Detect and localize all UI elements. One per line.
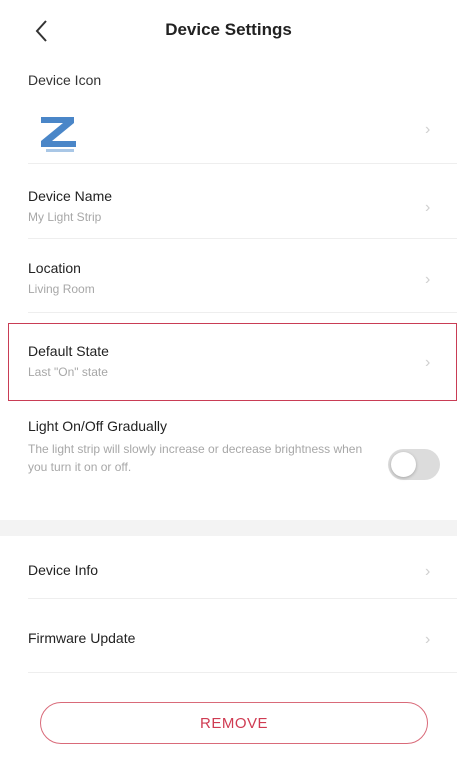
default-state-row[interactable]: Default State Last "On" state ›	[28, 335, 457, 395]
device-icon-label: Device Icon	[28, 72, 102, 88]
device-name-row[interactable]: Device Name My Light Strip ›	[28, 178, 457, 239]
page-title: Device Settings	[165, 20, 292, 39]
location-label: Location	[28, 260, 81, 276]
chevron-right-icon: ›	[425, 354, 431, 371]
device-name-value: My Light Strip	[28, 210, 102, 224]
device-icon-row[interactable]: ›	[28, 98, 457, 164]
chevron-right-icon: ›	[425, 271, 431, 288]
location-value: Living Room	[28, 282, 95, 296]
device-info-row[interactable]: Device Info ›	[28, 540, 457, 599]
toggle-knob	[391, 452, 416, 477]
section-divider	[0, 520, 457, 536]
chevron-right-icon: ›	[425, 631, 431, 648]
z-logo-icon-graphic	[41, 117, 76, 152]
z-logo-icon	[38, 111, 80, 153]
chevron-right-icon: ›	[425, 563, 431, 580]
firmware-update-row[interactable]: Firmware Update ›	[28, 610, 457, 673]
remove-button[interactable]: REMOVE	[40, 702, 428, 744]
default-state-label: Default State	[28, 343, 109, 359]
gradual-setting: Light On/Off Gradually The light strip w…	[28, 418, 368, 476]
location-row[interactable]: Location Living Room ›	[28, 250, 457, 313]
gradual-description: The light strip will slowly increase or …	[28, 442, 363, 474]
default-state-value: Last "On" state	[28, 365, 108, 379]
firmware-update-label: Firmware Update	[28, 630, 136, 646]
device-name-label: Device Name	[28, 188, 113, 204]
gradual-toggle[interactable]	[388, 449, 440, 480]
chevron-right-icon: ›	[425, 199, 431, 216]
device-info-label: Device Info	[28, 562, 99, 578]
chevron-right-icon: ›	[425, 121, 431, 138]
header-bar: Device Settings	[0, 0, 457, 62]
gradual-label: Light On/Off Gradually	[28, 418, 168, 434]
